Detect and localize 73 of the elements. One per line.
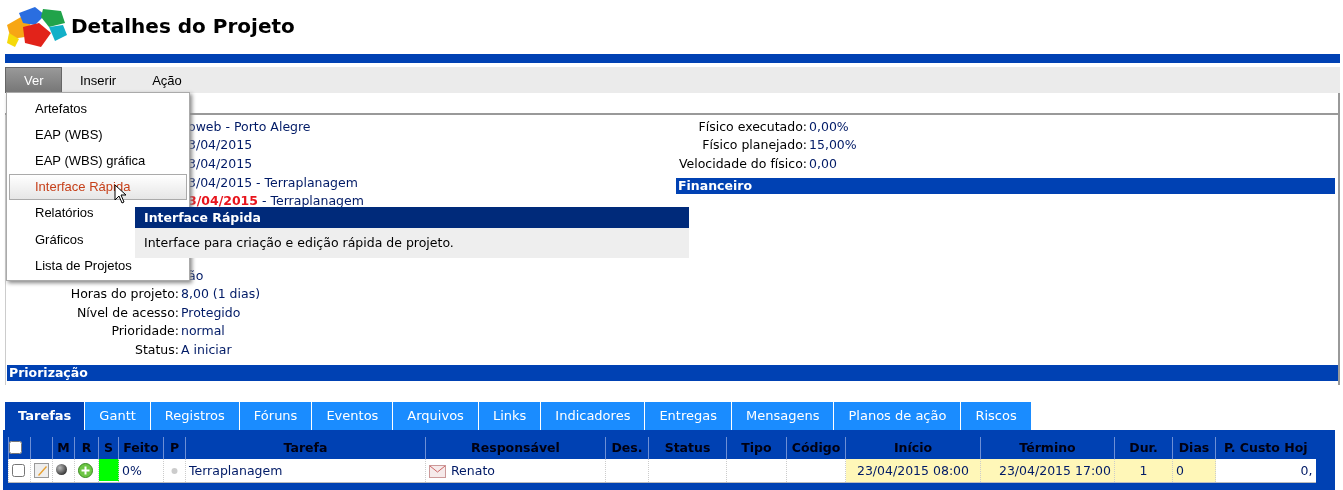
column-header: P. Custo Hoj [1223, 440, 1308, 456]
tooltip-text: Interface para criação e edição rápida de projeto. [143, 234, 455, 252]
section-header: Financeiro [676, 177, 1335, 194]
column-header: Término [1019, 440, 1076, 456]
field-value: Protegido [181, 304, 241, 320]
field-value: 3/04/2015 - Terraplanagem [188, 193, 364, 209]
tab[interactable]: Indicadores [541, 401, 646, 430]
column-header: Des. [611, 440, 643, 456]
tab[interactable]: Eventos [312, 401, 394, 430]
table-cell: 23/04/2015 17:00 [998, 462, 1111, 478]
person-name: Renato [451, 462, 495, 478]
table-cell: 0% [122, 462, 142, 478]
tab[interactable]: Planos de ação [834, 401, 962, 430]
tab[interactable]: Fóruns [239, 401, 313, 430]
field-label: Prioridade: [110, 323, 180, 339]
field-label: Físico planejado: [701, 137, 808, 153]
table-cell: 0, [1300, 462, 1313, 478]
field-value: A iniciar [181, 341, 232, 357]
field-value: 0,00% [809, 118, 849, 134]
add-icon [78, 462, 93, 478]
menu-item[interactable]: Ver [5, 67, 62, 93]
field-label: Nível de acesso: [75, 304, 180, 320]
menu-item[interactable]: EAP (WBS) [9, 121, 187, 148]
field-value: 3/04/2015 [188, 137, 253, 153]
menu-item[interactable]: Ação [134, 67, 200, 93]
column-header: Início [893, 440, 933, 456]
tooltip-title: Interface Rápida [135, 207, 689, 228]
tab[interactable]: Arquivos [393, 401, 479, 430]
menu-item[interactable]: Artefatos [9, 95, 187, 122]
tab[interactable]: Gantt [85, 401, 151, 430]
envelope-icon [429, 464, 446, 478]
tab[interactable]: Registros [150, 401, 240, 430]
table-cell: 23/04/2015 08:00 [856, 462, 969, 478]
column-header: Status [664, 440, 711, 456]
field-label: Velocidade do físico: [677, 156, 808, 171]
edit-icon [34, 462, 49, 478]
sphere-icon [56, 463, 67, 475]
column-header: Dias [1178, 440, 1210, 456]
select-all-checkbox[interactable] [9, 441, 22, 455]
tab[interactable]: Mensagens [732, 401, 835, 430]
field-value: 0,00 [809, 156, 837, 171]
table-cell: 1 [1139, 462, 1148, 478]
field-label: Status: [133, 341, 180, 357]
section-header: Priorização [7, 364, 1338, 381]
column-header: M [57, 440, 70, 456]
column-header: Tipo [741, 440, 772, 456]
column-header: Tarefa [283, 440, 328, 456]
column-header: Feito [123, 440, 159, 456]
column-header: R [81, 440, 92, 456]
menu-item[interactable]: EAP (WBS) gráfica [9, 147, 187, 174]
table-cell: Terraplanagem [189, 462, 283, 478]
column-header: Dur. [1129, 440, 1158, 456]
tab[interactable]: Riscos [961, 401, 1032, 430]
field-label: Físico executado: [697, 118, 808, 134]
tab[interactable]: Tarefas [5, 401, 86, 430]
field-value: 15,00% [809, 137, 857, 153]
menu-item[interactable]: Interface Rápida [9, 173, 187, 200]
column-header: S [104, 440, 113, 456]
menu-item[interactable]: Inserir [62, 67, 135, 93]
page-title: Detalhes do Projeto [71, 14, 295, 38]
table-cell: 0 [1176, 462, 1184, 478]
column-header: Responsável [471, 440, 560, 456]
column-header: P [169, 440, 180, 456]
field-value: 3/04/2015 [188, 156, 253, 171]
tab[interactable]: Entregas [645, 401, 732, 430]
field-label: Horas do projeto: [69, 286, 180, 302]
field-value: normal [181, 323, 225, 339]
tab[interactable]: Links [478, 401, 542, 430]
field-value: 3/04/2015 - Terraplanagem [188, 174, 358, 190]
menu-item[interactable]: Lista de Projetos [9, 252, 187, 279]
field-value: 8,00 (1 dias) [181, 286, 261, 302]
column-header: Código [791, 440, 841, 456]
row-checkbox[interactable] [12, 463, 25, 477]
